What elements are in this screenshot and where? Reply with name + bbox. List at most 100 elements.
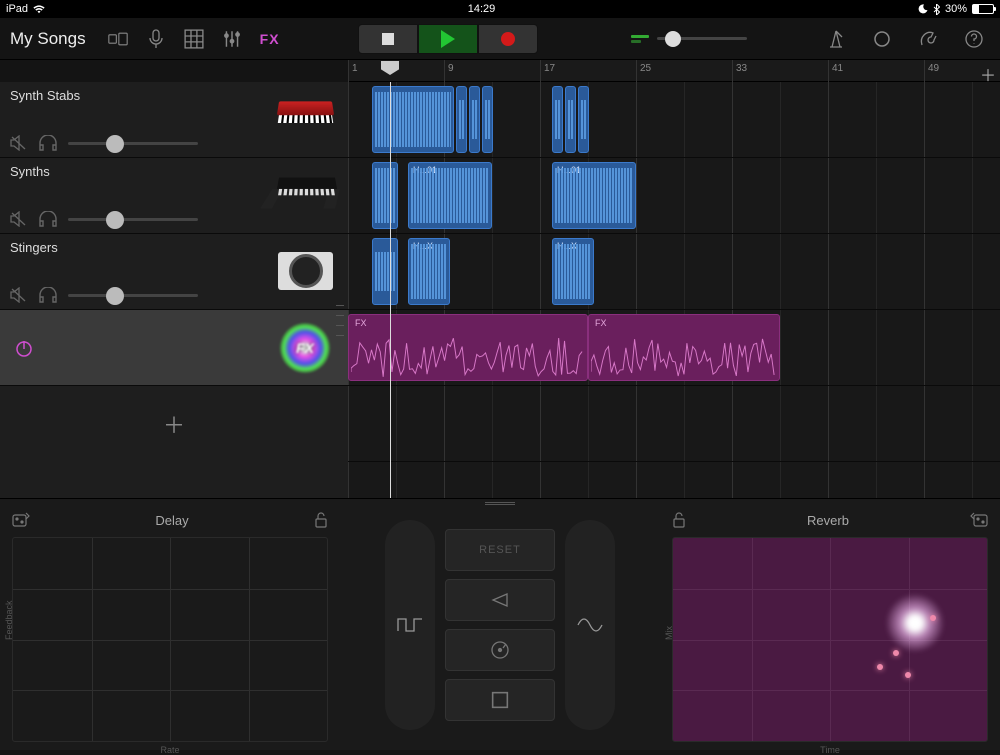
filter-strip-right[interactable] (565, 520, 615, 730)
status-bar: iPad 14:29 30% (0, 0, 1000, 18)
playhead-marker[interactable] (381, 61, 399, 75)
toolbar: My Songs FX (0, 18, 1000, 60)
reverb-xy-area[interactable]: Mix Time (672, 537, 988, 742)
ruler-number: 25 (640, 63, 651, 74)
audio-region[interactable] (372, 162, 398, 229)
audio-region[interactable] (552, 86, 563, 153)
fx-panel: Delay Feedback Rate RESET (0, 498, 1000, 750)
fx-orb-icon: FX (280, 323, 330, 373)
reverb-x-label: Time (820, 745, 840, 755)
mixer-button[interactable] (216, 25, 248, 53)
lane[interactable]: FX FX (348, 310, 1000, 386)
timeline-ruler[interactable]: 191725334149 ＋ (348, 60, 1000, 82)
sine-wave-icon (576, 615, 604, 635)
battery-pct: 30% (945, 3, 967, 15)
delay-title: Delay (30, 513, 314, 528)
panel-drag-handle[interactable] (485, 502, 515, 505)
stop-button[interactable] (358, 24, 418, 54)
fx-center-controls: RESET (340, 499, 660, 750)
instrument-icon (278, 252, 338, 292)
metronome-button[interactable] (820, 25, 852, 53)
reverb-y-label: Mix (664, 626, 674, 640)
help-button[interactable] (958, 25, 990, 53)
delay-pad: Delay Feedback Rate (0, 499, 340, 750)
scratch-button[interactable] (445, 629, 555, 671)
stop-fx-button[interactable] (445, 679, 555, 721)
tracks-area: Synth Stabs Synths Stingers (0, 82, 1000, 498)
grid-view-button[interactable] (178, 25, 210, 53)
mute-icon[interactable] (10, 287, 28, 303)
master-volume-slider[interactable] (657, 37, 747, 40)
track-headers: Synth Stabs Synths Stingers (0, 82, 348, 498)
audio-region[interactable]: H...01 (552, 162, 636, 229)
headphones-icon[interactable] (38, 287, 58, 303)
audio-region[interactable] (372, 86, 454, 153)
transport (358, 24, 538, 54)
clock: 14:29 (468, 3, 496, 15)
audio-region[interactable] (469, 86, 480, 153)
ruler-number: 9 (448, 63, 454, 74)
reverb-cursor[interactable] (885, 593, 945, 653)
delay-y-label: Feedback (4, 600, 14, 640)
reverb-pad: Reverb Mix Time (660, 499, 1000, 750)
lock-icon[interactable] (672, 512, 686, 528)
mute-icon[interactable] (10, 135, 28, 151)
filter-strip-left[interactable] (385, 520, 435, 730)
moon-icon (918, 4, 928, 14)
timeline-lanes[interactable]: H...01 H...01 H...X H...X FX FX (348, 82, 1000, 498)
record-button[interactable] (478, 24, 538, 54)
lane[interactable]: H...01 H...01 (348, 158, 1000, 234)
fx-button[interactable]: FX (254, 25, 286, 53)
view-browser-button[interactable] (102, 25, 134, 53)
headphones-icon[interactable] (38, 135, 58, 151)
ruler-number: 33 (736, 63, 747, 74)
track-volume-slider[interactable] (68, 142, 198, 145)
lock-icon[interactable] (314, 512, 328, 528)
audio-region[interactable]: H...01 (408, 162, 492, 229)
fx-track-header[interactable]: FX (0, 310, 348, 386)
bluetooth-icon (933, 4, 940, 15)
track-header-2[interactable]: Stingers (0, 234, 348, 310)
resize-handle[interactable] (336, 300, 344, 340)
add-track-button[interactable]: ＋ (0, 386, 348, 462)
lane[interactable] (348, 82, 1000, 158)
mute-icon[interactable] (10, 211, 28, 227)
playhead-line (390, 82, 391, 498)
fx-region[interactable]: FX (348, 314, 588, 381)
audio-region[interactable]: H...X (408, 238, 450, 305)
audio-region[interactable] (372, 238, 398, 305)
wifi-icon (33, 5, 45, 14)
randomize-icon[interactable] (970, 512, 988, 528)
instrument-icon (278, 100, 338, 140)
track-volume-slider[interactable] (68, 294, 198, 297)
power-icon[interactable] (14, 338, 34, 358)
audio-region[interactable] (456, 86, 467, 153)
reverse-button[interactable] (445, 579, 555, 621)
region-label: FX (595, 318, 607, 328)
track-header-1[interactable]: Synths (0, 158, 348, 234)
audio-region[interactable] (565, 86, 576, 153)
ruler-number: 49 (928, 63, 939, 74)
audio-region[interactable] (482, 86, 493, 153)
audio-region[interactable]: H...X (552, 238, 594, 305)
device-label: iPad (6, 3, 28, 15)
randomize-icon[interactable] (12, 512, 30, 528)
fx-region[interactable]: FX (588, 314, 780, 381)
lane[interactable]: H...X H...X (348, 234, 1000, 310)
microphone-button[interactable] (140, 25, 172, 53)
audio-region[interactable] (578, 86, 589, 153)
instrument-icon (278, 176, 338, 216)
play-button[interactable] (418, 24, 478, 54)
battery-icon (972, 4, 994, 14)
track-header-0[interactable]: Synth Stabs (0, 82, 348, 158)
region-label: FX (355, 318, 367, 328)
settings-button[interactable] (912, 25, 944, 53)
delay-xy-area[interactable]: Feedback Rate (12, 537, 328, 742)
reset-button[interactable]: RESET (445, 529, 555, 571)
master-volume (631, 35, 747, 43)
back-button[interactable]: My Songs (10, 29, 86, 49)
volume-meter-icon (631, 35, 649, 43)
headphones-icon[interactable] (38, 211, 58, 227)
loop-button[interactable] (866, 25, 898, 53)
track-volume-slider[interactable] (68, 218, 198, 221)
